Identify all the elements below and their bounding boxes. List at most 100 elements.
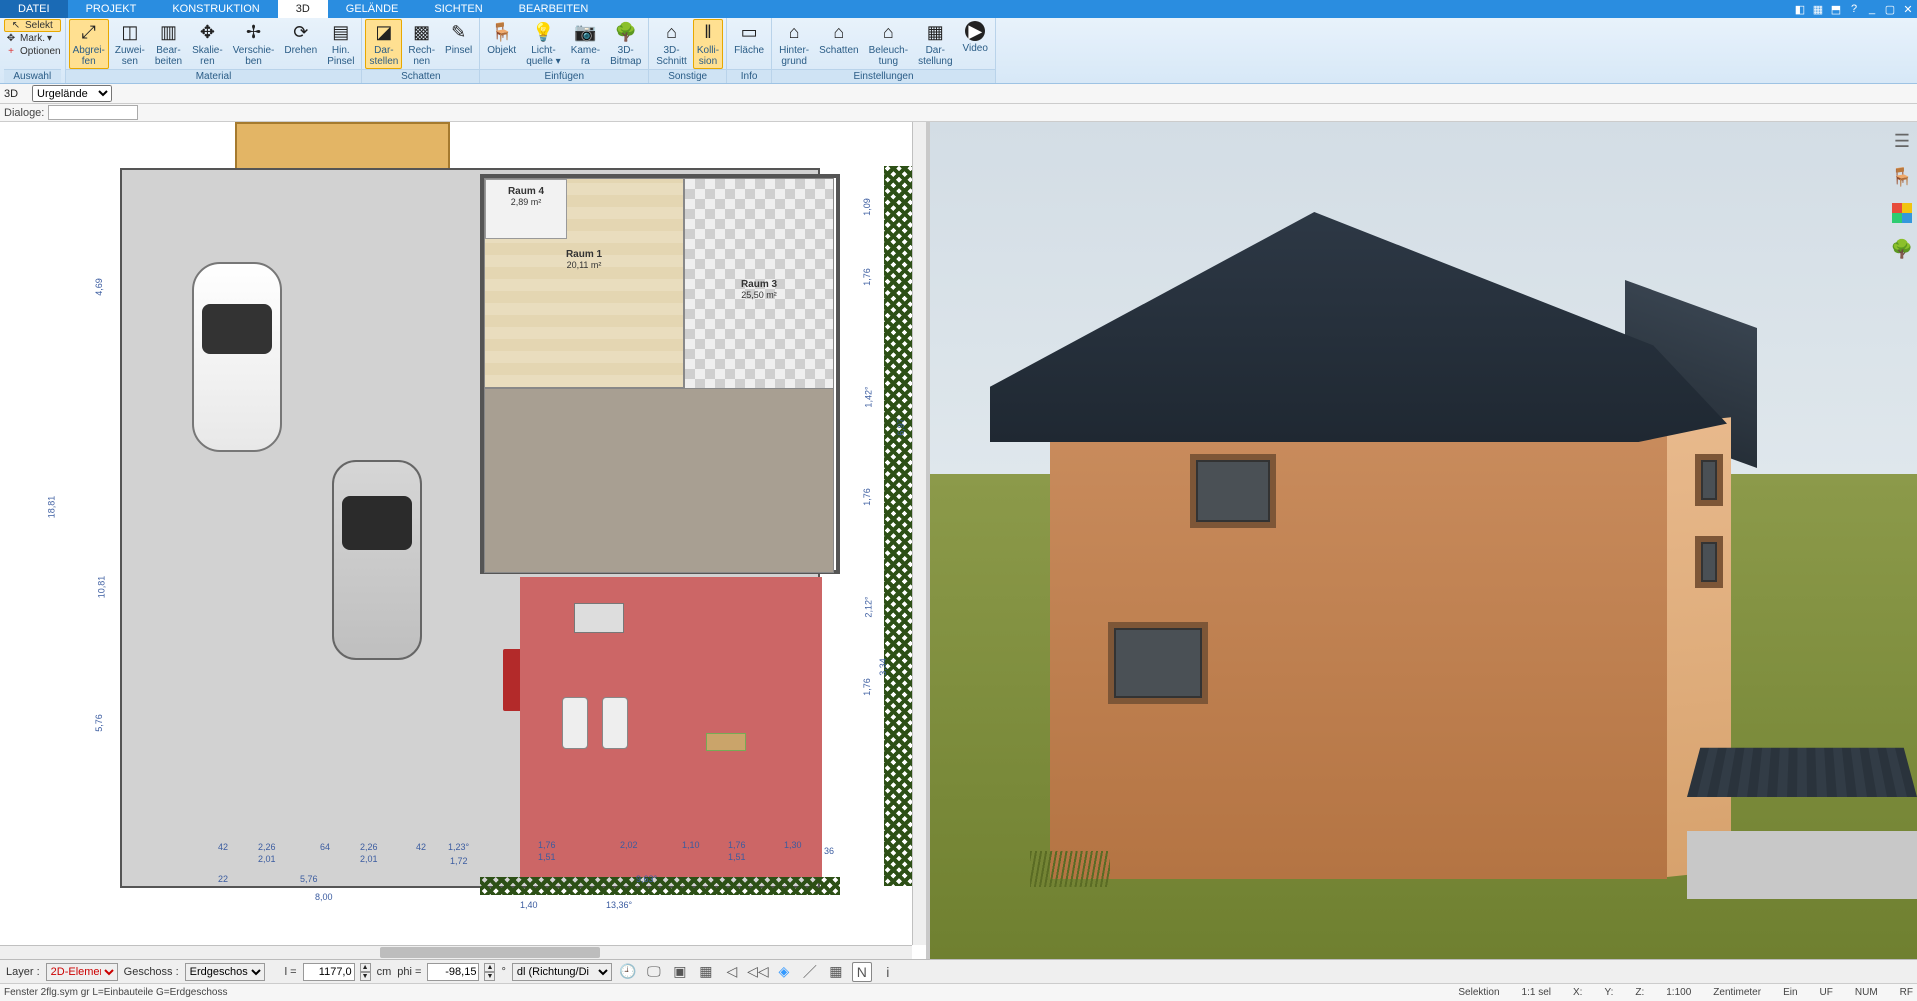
kollision-button[interactable]: ‖Kolli-sion [693,19,723,69]
schatten-settings-button[interactable]: ⌂Schatten [815,19,862,58]
plan-room-4[interactable]: Raum 4 2,89 m² [485,179,567,239]
titlebar-btn-2[interactable]: ▦ [1809,0,1827,18]
ribbon-group-sonstige: ⌂3D-Schnitt ‖Kolli-sion Sonstige [649,18,727,83]
length-input[interactable] [303,963,355,981]
tab-3d[interactable]: 3D [278,0,328,18]
objekt-button[interactable]: 🪑Objekt [483,19,520,58]
plan-terrace-bench[interactable] [574,603,624,633]
view-3d[interactable]: ☰ 🪑 🌳 [930,122,1917,959]
phi-input[interactable] [427,963,479,981]
geschoss-select[interactable]: Erdgeschos [185,963,265,981]
maximize-icon[interactable]: ▢ [1881,0,1899,18]
titlebar-btn-3[interactable]: ⬒ [1827,0,1845,18]
dialoge-field[interactable] [48,105,138,120]
scene-window-side-1[interactable] [1695,454,1723,506]
dim-ter-151b: 1,51 [728,852,746,862]
video-button[interactable]: ▶Video [959,19,992,56]
north-toggle[interactable]: N [852,962,872,982]
mode-select[interactable]: dl (Richtung/Di [512,963,612,981]
close-icon[interactable]: ✕ [1899,0,1917,18]
spin-up-icon[interactable]: ▲ [360,963,371,972]
snap-obj-icon[interactable]: ▣ [670,962,690,982]
screen-icon[interactable]: 🖵 [644,962,664,982]
tab-sichten[interactable]: SICHTEN [416,0,500,18]
plan-house[interactable]: Raum 4 2,89 m² Raum 1 20,11 m² Raum 3 25… [480,174,840,574]
dim-bot-123: 1,23° [448,842,469,852]
diamond-icon[interactable]: ◈ [774,962,794,982]
flaeche-button[interactable]: ▭Fläche [730,19,768,58]
minimize-icon[interactable]: _ [1863,0,1881,18]
plan-terrace[interactable] [520,577,822,877]
lichtquelle-button[interactable]: 💡Licht-quelle ▾ [522,19,565,69]
plan-room-2[interactable]: Raum 2 6,45 m² [484,388,834,573]
plan-scroll-thumb[interactable] [380,947,600,958]
plants-icon[interactable]: 🌳 [1891,238,1913,260]
hintergrund-button[interactable]: ⌂Hinter-grund [775,19,813,69]
clock-icon[interactable]: 🕘 [618,962,638,982]
plan-lounger-2[interactable] [602,697,628,749]
layer-select[interactable]: 2D-Elemen [46,963,118,981]
kamera-button[interactable]: 📷Kame-ra [567,19,604,69]
bitmap-button[interactable]: 🌳3D-Bitmap [606,19,645,69]
optionen-button[interactable]: + Optionen [4,45,61,58]
tab-gelaende[interactable]: GELÄNDE [328,0,417,18]
verschieben-button[interactable]: ✢Verschie-ben [229,19,279,69]
scene-window-side-2[interactable] [1695,536,1723,588]
tab-projekt[interactable]: PROJEKT [68,0,155,18]
scene-window-upper[interactable] [1190,454,1276,528]
abgreifen-button[interactable]: ⤢Abgrei-fen [69,19,109,69]
tab-datei[interactable]: DATEI [0,0,68,18]
ribbon-group-auswahl: ↖ Selekt ✥ Mark. ▾ + Optionen Auswahl [0,18,66,83]
plan-garage[interactable] [235,122,450,172]
scene-window-lower[interactable] [1108,622,1208,704]
layers-icon[interactable]: ☰ [1891,130,1913,152]
spin-down-icon[interactable]: ▼ [484,972,495,981]
angle-snap-icon[interactable]: ◁ [722,962,742,982]
plan-scrollbar-v[interactable] [912,122,926,945]
drehen-button[interactable]: ⟳Drehen [280,19,321,58]
help-icon[interactable]: ? [1845,0,1863,18]
phi-spin[interactable]: ▲▼ [484,963,495,981]
length-spin[interactable]: ▲▼ [360,963,371,981]
plan-terrace-table[interactable] [706,733,746,751]
length-label: l = [285,966,297,978]
display-icon: ▦ [924,21,946,43]
snap-group-icon[interactable]: ▦ [696,962,716,982]
angle-snap2-icon[interactable]: ◁◁ [748,962,768,982]
beleuchtung-button[interactable]: ⌂Beleuch-tung [865,19,912,69]
spin-up-icon[interactable]: ▲ [484,963,495,972]
scene-carport[interactable] [1687,729,1917,899]
tab-konstruktion[interactable]: KONSTRUKTION [154,0,277,18]
selekt-button[interactable]: ↖ Selekt [4,19,61,32]
plan-view-2d[interactable]: Raum 4 2,89 m² Raum 1 20,11 m² Raum 3 25… [0,122,930,959]
tab-bearbeiten[interactable]: BEARBEITEN [501,0,607,18]
materials-icon[interactable] [1891,202,1913,224]
line-icon[interactable]: ／ [800,962,820,982]
3dschnitt-button[interactable]: ⌂3D-Schnitt [652,19,691,69]
plan-lounger-1[interactable] [562,697,588,749]
plan-scrollbar-h[interactable] [0,945,912,959]
grid-icon[interactable]: ▦ [826,962,846,982]
pinsel-button[interactable]: ✎Pinsel [441,19,476,58]
skalieren-button[interactable]: ✥Skalie-ren [188,19,227,69]
plan-car-white[interactable] [192,262,282,452]
rechnen-button[interactable]: ▩Rech-nen [404,19,439,69]
phi-label: phi = [397,966,421,978]
dim-bot-800: 8,00 [315,892,333,902]
view-name-select[interactable]: Urgelände [32,85,112,102]
plan-room-1[interactable]: Raum 4 2,89 m² Raum 1 20,11 m² [484,178,684,388]
zuweisen-button[interactable]: ◫Zuwei-sen [111,19,149,69]
object-catalog-icon[interactable]: 🪑 [1891,166,1913,188]
hinpinsel-button[interactable]: ▤Hin.Pinsel [323,19,358,69]
mark-dropdown[interactable]: ✥ Mark. ▾ [4,32,61,45]
dim-bot-172: 1,72 [450,856,468,866]
titlebar-btn-1[interactable]: ◧ [1791,0,1809,18]
bearbeiten-button[interactable]: ▥Bear-beiten [151,19,186,69]
plan-car-grey[interactable] [332,460,422,660]
darstellung-button[interactable]: ▦Dar-stellung [914,19,956,69]
darstellen-button[interactable]: ◪Dar-stellen [365,19,402,69]
info-icon[interactable]: i [878,962,898,982]
paint-icon: ✎ [448,21,470,43]
group-title-auswahl: Auswahl [4,69,61,83]
spin-down-icon[interactable]: ▼ [360,972,371,981]
